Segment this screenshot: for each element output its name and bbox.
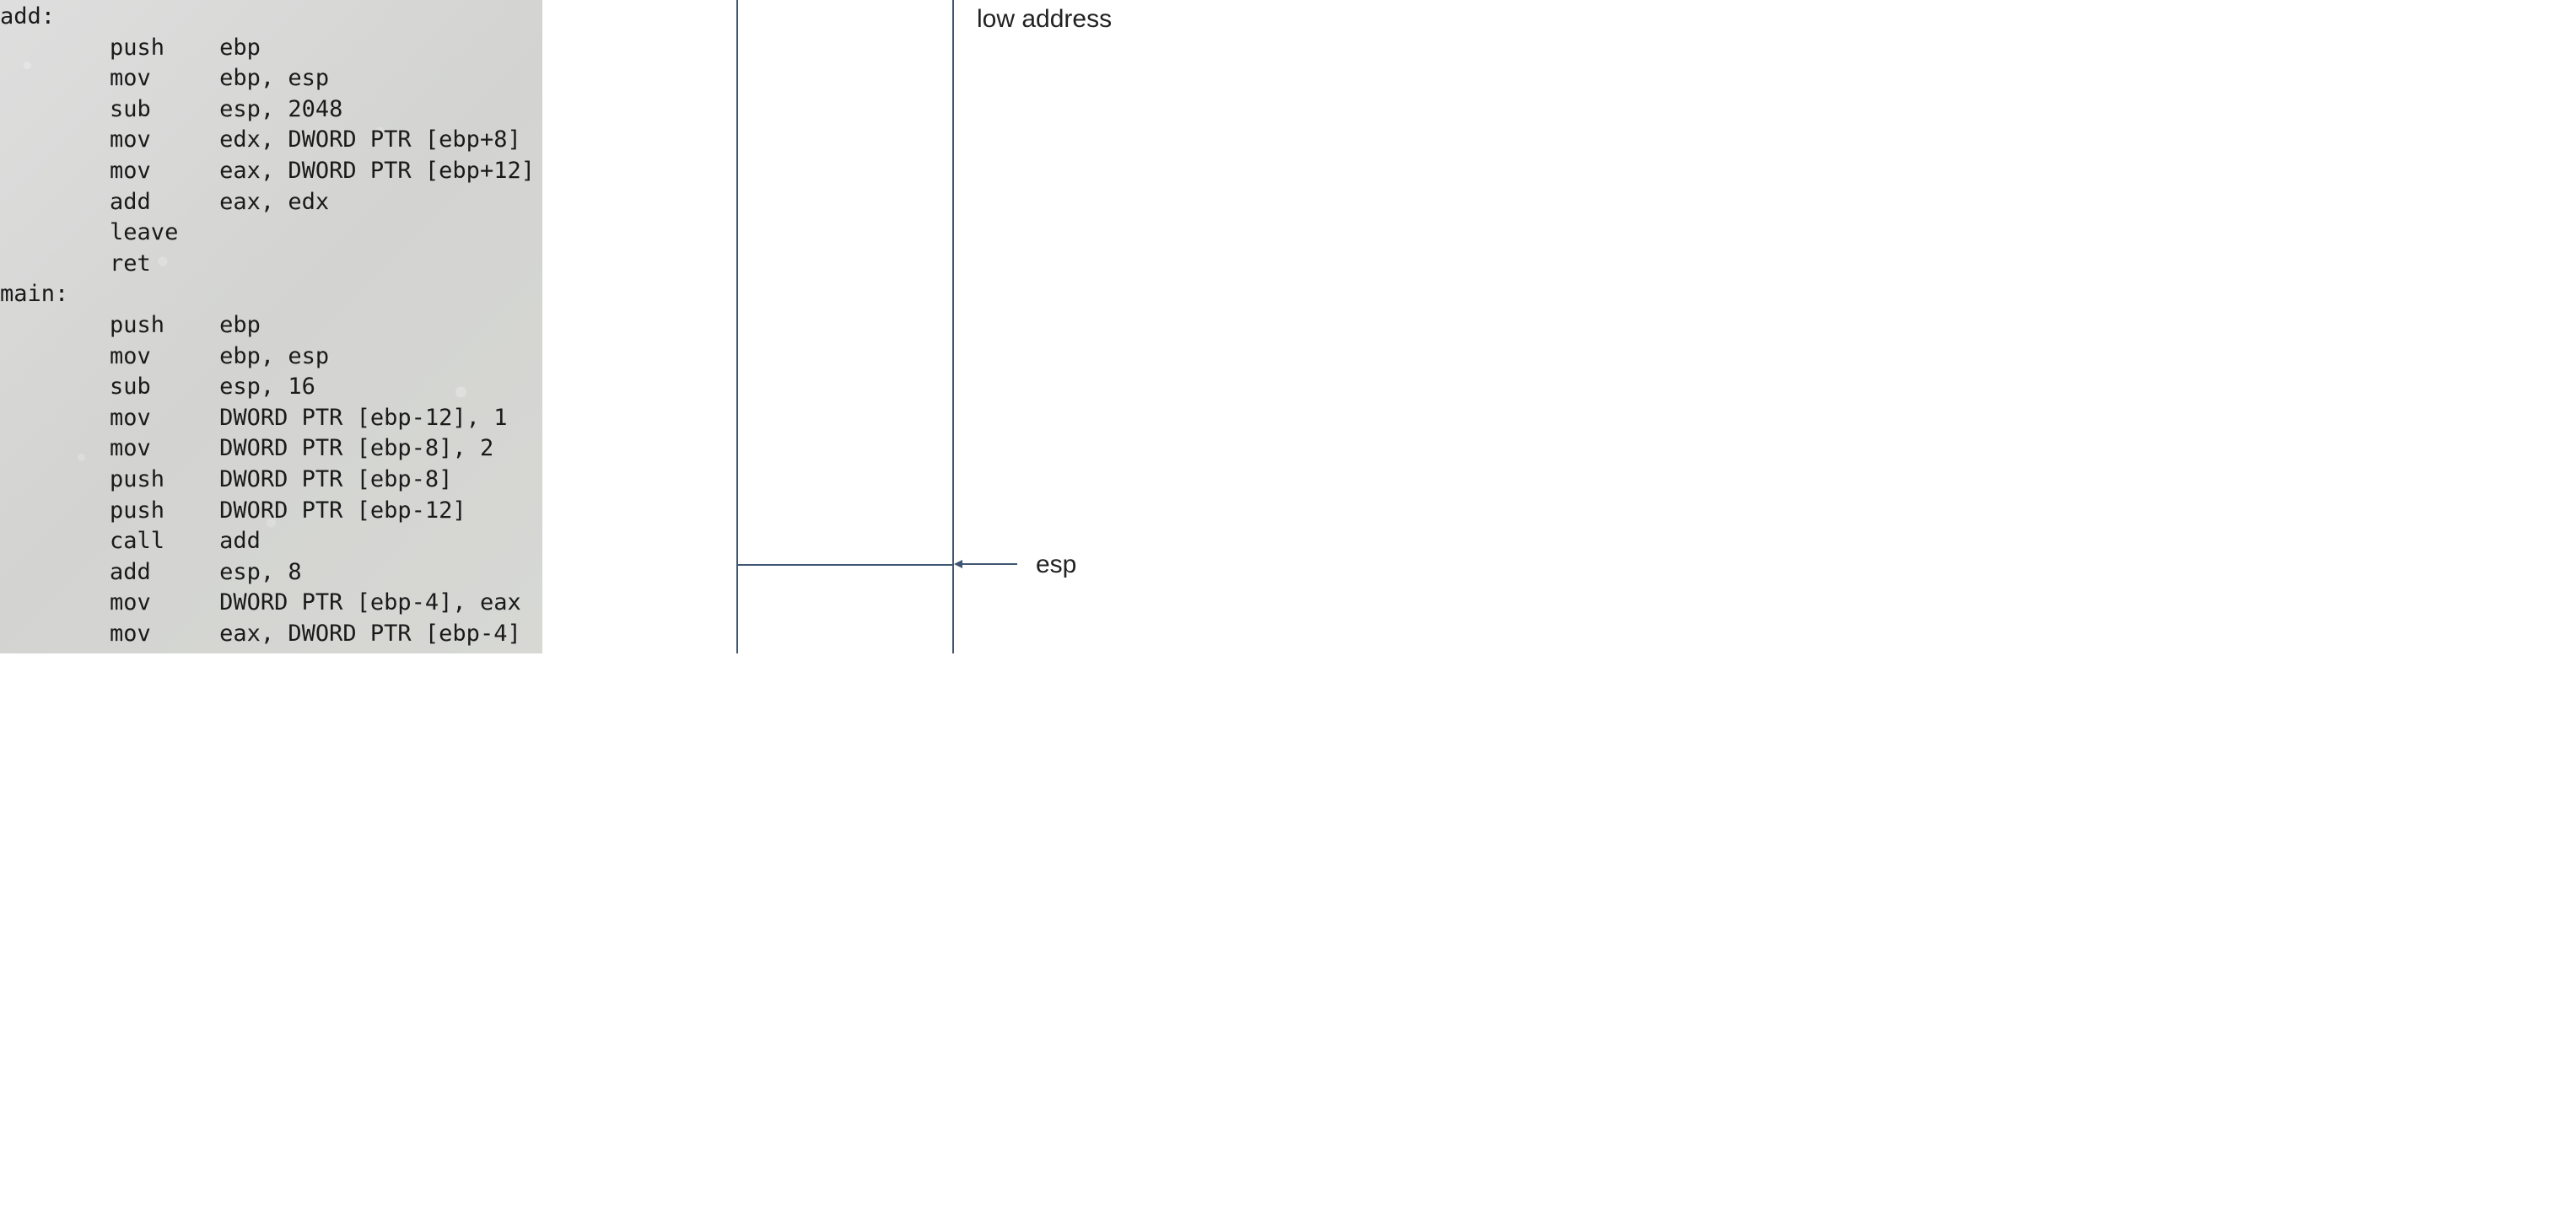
code-line: add:: [0, 2, 542, 33]
code-line: push DWORD PTR [ebp-8]: [0, 465, 542, 496]
code-line: mov ebp, esp: [0, 63, 542, 94]
code-line: add eax, edx: [0, 187, 542, 218]
code-line: add esp, 8: [0, 557, 542, 589]
esp-arrow: [954, 563, 1017, 565]
code-line: push DWORD PTR [ebp-12]: [0, 496, 542, 527]
code-line: ret: [0, 249, 542, 280]
code-line: leave: [0, 218, 542, 249]
code-line: leave: [0, 649, 542, 653]
label-esp: esp: [1036, 551, 1076, 579]
code-line: call add: [0, 526, 542, 557]
code-line: mov ebp, esp: [0, 341, 542, 373]
assembly-code-panel: add: push ebp mov ebp, esp sub esp, 2048…: [0, 0, 542, 653]
stack-diagram: low address esp: [736, 0, 954, 653]
code-line: main:: [0, 279, 542, 310]
stack-column: [736, 0, 954, 653]
code-line: sub esp, 16: [0, 372, 542, 403]
stack-divider: [738, 564, 952, 566]
code-line: mov DWORD PTR [ebp-8], 2: [0, 433, 542, 465]
code-line: mov eax, DWORD PTR [ebp+12]: [0, 156, 542, 187]
code-line: mov eax, DWORD PTR [ebp-4]: [0, 619, 542, 650]
code-line: mov DWORD PTR [ebp-12], 1: [0, 403, 542, 434]
code-line: mov DWORD PTR [ebp-4], eax: [0, 588, 542, 619]
code-line: push ebp: [0, 310, 542, 341]
code-line: sub esp, 2048: [0, 94, 542, 126]
label-low-address: low address: [977, 5, 1112, 34]
code-line: mov edx, DWORD PTR [ebp+8]: [0, 125, 542, 156]
code-line: push ebp: [0, 33, 542, 64]
